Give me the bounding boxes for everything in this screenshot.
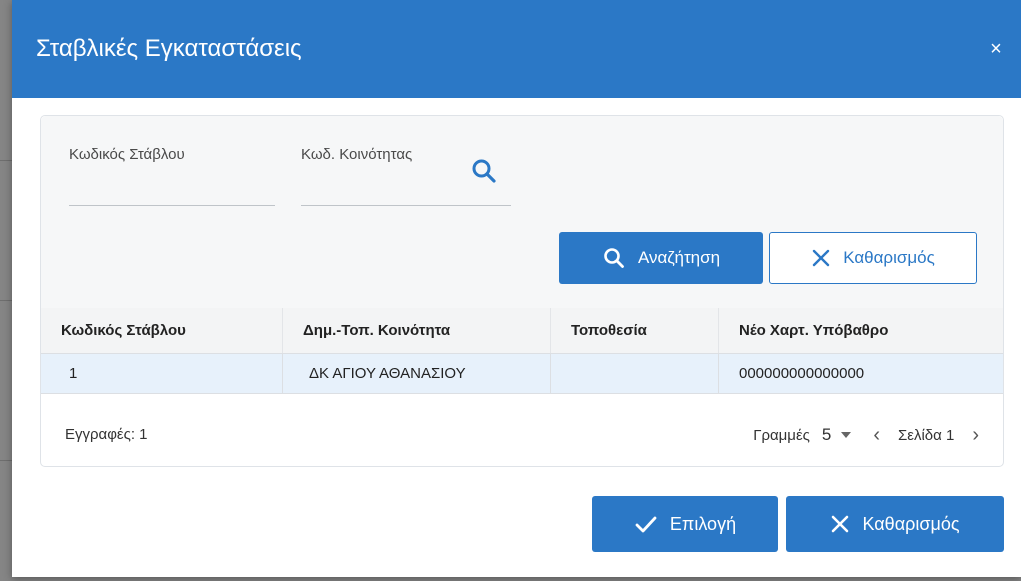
close-icon: × [990, 38, 1002, 60]
clear-button-label: Καθαρισμός [862, 513, 960, 534]
stable-facilities-dialog: Σταβλικές Εγκαταστάσεις × Κωδικός Στάβλο… [12, 0, 1021, 577]
cell-new-map: 000000000000000 [739, 365, 865, 382]
backdrop-divider [0, 160, 12, 161]
chevron-right-icon[interactable]: › [972, 424, 979, 447]
chevron-down-icon[interactable] [841, 432, 852, 438]
stable-code-field[interactable]: Κωδικός Στάβλου [69, 138, 275, 206]
paginator: Γραμμές 5 ‹ Σελίδα 1 › [753, 422, 979, 448]
column-header-location[interactable]: Τοποθεσία [551, 308, 719, 353]
select-button[interactable]: Επιλογή [592, 496, 778, 552]
table-header: Κωδικός Στάβλου Δημ.-Τοπ. Κοινότητα Τοπο… [41, 308, 1003, 354]
close-icon [812, 249, 830, 267]
dialog-header: Σταβλικές Εγκαταστάσεις × [12, 0, 1021, 98]
cell-stable-code: 1 [41, 354, 283, 393]
column-header-community[interactable]: Δημ.-Τοπ. Κοινότητα [283, 308, 551, 353]
column-header-stable-code[interactable]: Κωδικός Στάβλου [41, 308, 283, 353]
backdrop-divider [0, 300, 12, 301]
chevron-left-icon[interactable]: ‹ [873, 424, 880, 447]
stable-code-underline [69, 205, 275, 206]
dialog-title: Σταβλικές Εγκαταστάσεις [36, 35, 302, 62]
rows-per-page-label: Γραμμές [753, 426, 810, 444]
search-icon [472, 159, 496, 183]
cell-location [551, 354, 719, 393]
page-indicator: Σελίδα 1 [898, 426, 955, 444]
search-panel: Κωδικός Στάβλου Κωδ. Κοινότητας Αναζήτησ… [40, 115, 1004, 467]
clear-filters-label: Καθαρισμός [843, 248, 935, 267]
search-button[interactable]: Αναζήτηση [559, 232, 763, 284]
community-code-underline [301, 205, 511, 206]
close-icon [832, 515, 849, 533]
filter-area: Κωδικός Στάβλου Κωδ. Κοινότητας Αναζήτησ… [41, 116, 1003, 308]
table-row[interactable]: 1 ΔΚ ΑΓΙΟΥ ΑΘΑΝΑΣΙΟΥ 000000000000000 [41, 354, 1003, 394]
community-code-field[interactable]: Κωδ. Κοινότητας [301, 138, 511, 206]
community-code-label: Κωδ. Κοινότητας [301, 146, 413, 163]
community-search-button[interactable] [469, 156, 499, 186]
search-button-label: Αναζήτηση [637, 248, 721, 267]
check-icon [635, 516, 657, 533]
select-button-label: Επιλογή [669, 513, 737, 534]
cell-community: ΔΚ ΑΓΙΟΥ ΑΘΑΝΑΣΙΟΥ [283, 354, 551, 393]
records-count: Εγγραφές: 1 [65, 426, 148, 443]
stable-code-label: Κωδικός Στάβλου [69, 146, 185, 163]
backdrop-divider [0, 460, 12, 461]
table-footer: Εγγραφές: 1 Γραμμές 5 ‹ Σελίδα 1 › [41, 402, 1003, 466]
clear-button[interactable]: Καθαρισμός [786, 496, 1004, 552]
column-header-new-map[interactable]: Νέο Χαρτ. Υπόβαθρο [719, 308, 1003, 353]
rows-per-page-select[interactable]: 5 [822, 425, 831, 445]
close-button[interactable]: × [983, 36, 1009, 62]
clear-filters-button[interactable]: Καθαρισμός [769, 232, 977, 284]
search-icon [604, 248, 624, 268]
